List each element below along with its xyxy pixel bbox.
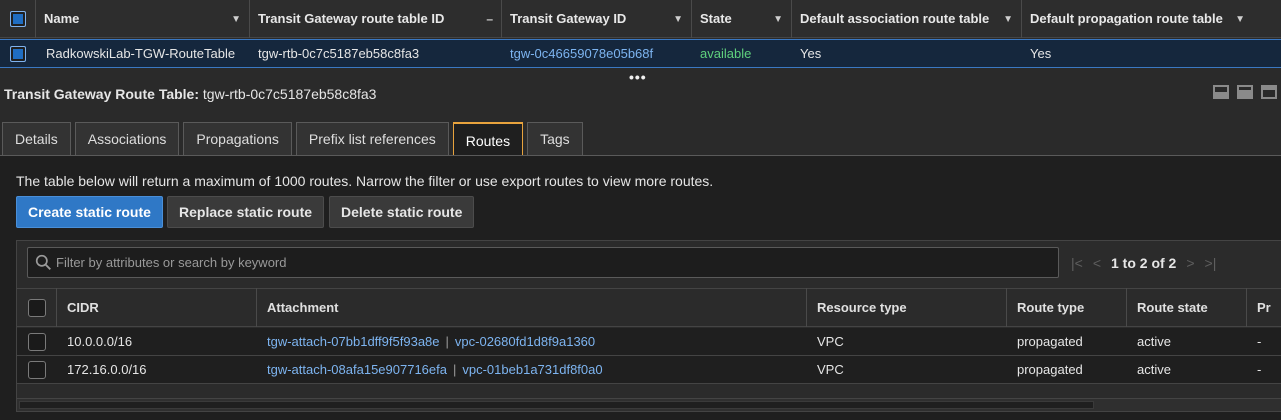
- route-cidr: 172.16.0.0/16: [67, 362, 147, 377]
- vpc-link[interactable]: vpc-02680fd1d8f9a1360: [455, 334, 595, 349]
- route-table-id: tgw-rtb-0c7c5187eb58c8fa3: [258, 46, 420, 61]
- state-value: available: [700, 46, 752, 61]
- row-checkbox[interactable]: [10, 45, 26, 62]
- route-attachment-cell: tgw-attach-08afa15e907716efa | vpc-01beb…: [257, 356, 807, 384]
- column-header-label: Transit Gateway route table ID: [258, 11, 445, 26]
- tab-propagations[interactable]: Propagations: [183, 122, 292, 155]
- sort-arrow-icon[interactable]: ▼: [1003, 14, 1013, 25]
- column-header-tgw-id[interactable]: Transit Gateway ID ▼: [502, 0, 692, 38]
- scrollbar-thumb[interactable]: [19, 401, 1094, 409]
- top-table-header: Name ▼ Transit Gateway route table ID – …: [0, 0, 1281, 38]
- routes-tab-content: The table below will return a maximum of…: [0, 156, 1281, 420]
- replace-static-route-button[interactable]: Replace static route: [167, 196, 325, 228]
- column-header-route-state[interactable]: Route state: [1127, 288, 1247, 327]
- tab-routes[interactable]: Routes: [452, 122, 524, 157]
- column-header-route-type[interactable]: Route type: [1007, 288, 1127, 327]
- routes-pagination: |< < 1 to 2 of 2 > >|: [1071, 255, 1216, 271]
- pager-next-icon[interactable]: >: [1186, 255, 1194, 271]
- attachment-link[interactable]: tgw-attach-07bb1dff9f5f93a8e: [267, 334, 440, 349]
- routes-table-container: Filter by attributes or search by keywor…: [16, 240, 1281, 412]
- route-row[interactable]: 10.0.0.0/16 tgw-attach-07bb1dff9f5f93a8e…: [17, 328, 1281, 356]
- pager-first-icon[interactable]: |<: [1071, 255, 1083, 271]
- column-header-label: Default propagation route table: [1030, 11, 1223, 26]
- column-header-state[interactable]: State ▼: [692, 0, 792, 38]
- horizontal-scrollbar[interactable]: [16, 398, 1281, 412]
- routes-select-all-cell[interactable]: [17, 288, 57, 327]
- search-placeholder: Filter by attributes or search by keywor…: [56, 255, 287, 270]
- tab-details[interactable]: Details: [2, 122, 71, 155]
- route-type: propagated: [1017, 334, 1083, 349]
- tab-tags[interactable]: Tags: [527, 122, 583, 155]
- routes-search-input[interactable]: Filter by attributes or search by keywor…: [27, 247, 1059, 278]
- route-cidr: 10.0.0.0/16: [67, 334, 133, 349]
- attachment-separator: |: [445, 334, 449, 349]
- column-header-label: Default association route table: [800, 11, 990, 26]
- column-header-route-table-id[interactable]: Transit Gateway route table ID –: [250, 0, 502, 38]
- column-header-cidr[interactable]: CIDR: [57, 288, 257, 327]
- pager-prev-icon[interactable]: <: [1093, 255, 1101, 271]
- attachment-link[interactable]: tgw-attach-08afa15e907716efa: [267, 362, 447, 377]
- pager-last-icon[interactable]: >|: [1205, 255, 1217, 271]
- route-resource-type: VPC: [817, 334, 844, 349]
- route-state: active: [1137, 362, 1171, 377]
- vpc-link[interactable]: vpc-01beb1a731df8f0a0: [462, 362, 602, 377]
- panel-layout-bottom-icon[interactable]: [1213, 85, 1229, 99]
- column-header-label: Transit Gateway ID: [510, 11, 627, 26]
- row-select-cell[interactable]: [0, 45, 36, 62]
- routes-select-all-checkbox[interactable]: [27, 298, 46, 317]
- tab-prefix-list-references[interactable]: Prefix list references: [295, 122, 449, 155]
- attachment-separator: |: [452, 362, 457, 377]
- pager-range-text: 1 to 2 of 2: [1111, 255, 1177, 271]
- panel-title-value: tgw-rtb-0c7c5187eb58c8fa3: [199, 86, 377, 102]
- sort-arrow-icon[interactable]: ▼: [1235, 14, 1245, 25]
- sort-arrow-icon[interactable]: ▼: [773, 14, 783, 25]
- panel-layout-top-icon[interactable]: [1261, 85, 1277, 99]
- route-table-name: RadkowskiLab-TGW-RouteTable: [46, 46, 236, 61]
- column-header-default-propagation[interactable]: Default propagation route table ▼: [1022, 0, 1253, 38]
- panel-resize-handle[interactable]: •••: [629, 70, 647, 84]
- route-attachment-cell: tgw-attach-07bb1dff9f5f93a8e | vpc-02680…: [257, 328, 807, 356]
- panel-title: Transit Gateway Route Table: tgw-rtb-0c7…: [4, 86, 376, 102]
- default-propagation-value: Yes: [1030, 46, 1052, 61]
- route-select-cell[interactable]: [17, 356, 57, 384]
- route-extra: -: [1257, 362, 1262, 377]
- tab-associations[interactable]: Associations: [74, 122, 180, 155]
- sort-arrow-icon[interactable]: ▼: [673, 14, 683, 25]
- default-association-value: Yes: [800, 46, 822, 61]
- route-resource-type: VPC: [817, 362, 844, 377]
- detail-tabs: Details Associations Propagations Prefix…: [2, 122, 583, 157]
- route-state: active: [1137, 334, 1171, 349]
- column-header-truncated[interactable]: Pr: [1247, 288, 1281, 327]
- route-checkbox[interactable]: [28, 360, 46, 379]
- sort-dash-icon[interactable]: –: [486, 12, 493, 26]
- routes-info-text: The table below will return a maximum of…: [16, 173, 714, 189]
- column-header-default-association[interactable]: Default association route table ▼: [792, 0, 1022, 38]
- create-static-route-button[interactable]: Create static route: [16, 196, 163, 228]
- delete-static-route-button[interactable]: Delete static route: [329, 196, 475, 228]
- route-type: propagated: [1017, 362, 1083, 377]
- route-table-row[interactable]: RadkowskiLab-TGW-RouteTable tgw-rtb-0c7c…: [0, 39, 1281, 68]
- route-select-cell[interactable]: [17, 328, 57, 356]
- column-header-attachment[interactable]: Attachment: [257, 288, 807, 327]
- column-header-resource-type[interactable]: Resource type: [807, 288, 1007, 327]
- column-header-label: Name: [44, 11, 80, 26]
- search-icon: [35, 254, 51, 270]
- routes-table-header: CIDR Attachment Resource type Route type…: [17, 288, 1281, 327]
- select-all-checkbox[interactable]: [9, 10, 26, 27]
- sort-arrow-icon[interactable]: ▼: [231, 14, 241, 25]
- panel-layout-controls: [1213, 85, 1277, 99]
- column-header-label: State: [700, 11, 732, 26]
- column-header-name[interactable]: Name ▼: [36, 0, 250, 38]
- panel-title-label: Transit Gateway Route Table:: [4, 86, 200, 102]
- panel-layout-half-icon[interactable]: [1237, 85, 1253, 99]
- route-row[interactable]: 172.16.0.0/16 tgw-attach-08afa15e907716e…: [17, 356, 1281, 384]
- route-checkbox[interactable]: [28, 332, 46, 351]
- route-extra: -: [1257, 334, 1262, 349]
- tgw-id-link[interactable]: tgw-0c46659078e05b68f: [502, 39, 692, 68]
- select-all-cell[interactable]: [0, 0, 36, 38]
